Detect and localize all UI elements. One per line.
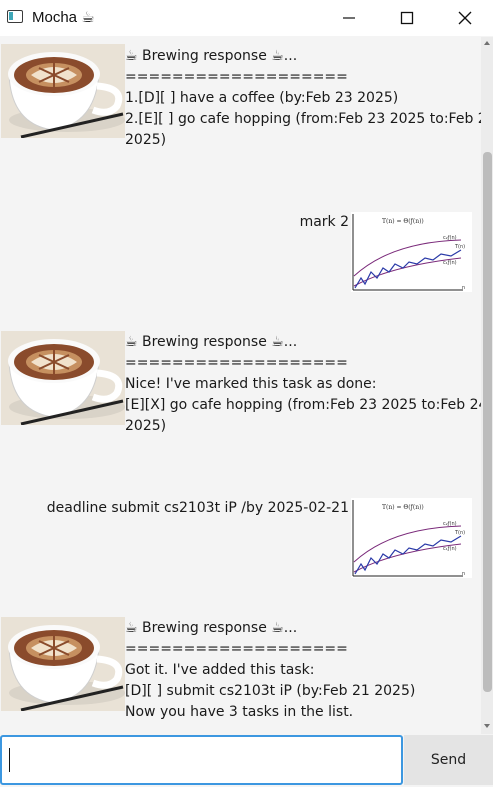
coffee-cup-avatar [1, 331, 125, 425]
maximize-button[interactable] [378, 0, 436, 36]
scrollbar-thumb[interactable] [483, 152, 492, 692]
svg-text:c₁ƒ(n): c₁ƒ(n) [443, 260, 457, 266]
app-icon [7, 10, 23, 23]
close-button[interactable] [436, 0, 493, 36]
svg-text:T(n): T(n) [454, 244, 465, 250]
bot-message-line: 2.[E][ ] go cafe hopping (from:Feb 23 20… [125, 111, 481, 127]
svg-text:c₁ƒ(n): c₁ƒ(n) [443, 546, 457, 552]
svg-text:T(n) = Θ(ƒ(n)): T(n) = Θ(ƒ(n)) [382, 504, 424, 511]
scroll-down-arrow-icon[interactable] [484, 724, 490, 728]
window-title: Mocha ☕ [32, 9, 95, 26]
bot-message-line: =================== [125, 355, 348, 371]
bot-message-line: 2025) [125, 418, 167, 434]
bot-message-line: Got it. I've added this task: [125, 662, 315, 678]
bot-message-line: ☕ Brewing response ☕... [125, 620, 298, 636]
bot-message-line: Now you have 3 tasks in the list. [125, 704, 354, 720]
maximize-icon [400, 11, 414, 25]
plot-thumbnail: T(n) = Θ(ƒ(n)) c₂ƒ(n) T(n) c₁ƒ(n) n [351, 212, 472, 292]
bot-message-line: ☕ Brewing response ☕... [125, 48, 298, 64]
coffee-cup-avatar [1, 44, 125, 138]
svg-text:c₂ƒ(n): c₂ƒ(n) [443, 521, 457, 527]
title-bar: Mocha ☕ [0, 0, 493, 36]
svg-text:T(n) = Θ(ƒ(n)): T(n) = Θ(ƒ(n)) [382, 218, 424, 225]
user-message-text: mark 2 [299, 214, 349, 230]
coffee-cup-avatar [1, 617, 125, 711]
svg-text:n: n [462, 285, 465, 291]
bot-message-line: =================== [125, 69, 348, 85]
message-input[interactable] [0, 735, 403, 785]
bot-message-line: 2025) [125, 132, 167, 148]
bot-message-line: =================== [125, 641, 348, 657]
close-icon [458, 11, 472, 25]
bot-message-line: Nice! I've marked this task as done: [125, 376, 377, 392]
bot-message-line: ☕ Brewing response ☕... [125, 334, 298, 350]
bot-message-line: [E][X] go cafe hopping (from:Feb 23 2025… [125, 397, 481, 413]
svg-text:c₂ƒ(n): c₂ƒ(n) [443, 235, 457, 241]
scroll-up-arrow-icon[interactable] [484, 41, 490, 45]
send-button[interactable]: Send [404, 735, 493, 785]
plot-thumbnail: T(n) = Θ(ƒ(n)) c₂ƒ(n) T(n) c₁ƒ(n) n [351, 498, 472, 578]
bot-message-line: 1.[D][ ] have a coffee (by:Feb 23 2025) [125, 90, 399, 106]
minimize-icon [343, 17, 355, 19]
text-caret [9, 748, 10, 772]
chat-scroll-pane[interactable]: ☕ Brewing response ☕... ================… [0, 37, 481, 734]
svg-text:n: n [462, 571, 465, 577]
user-message-text: deadline submit cs2103t iP /by 2025-02-2… [46, 500, 349, 516]
bot-message-line: [D][ ] submit cs2103t iP (by:Feb 21 2025… [125, 683, 416, 699]
svg-text:T(n): T(n) [454, 530, 465, 536]
minimize-button[interactable] [320, 0, 378, 36]
